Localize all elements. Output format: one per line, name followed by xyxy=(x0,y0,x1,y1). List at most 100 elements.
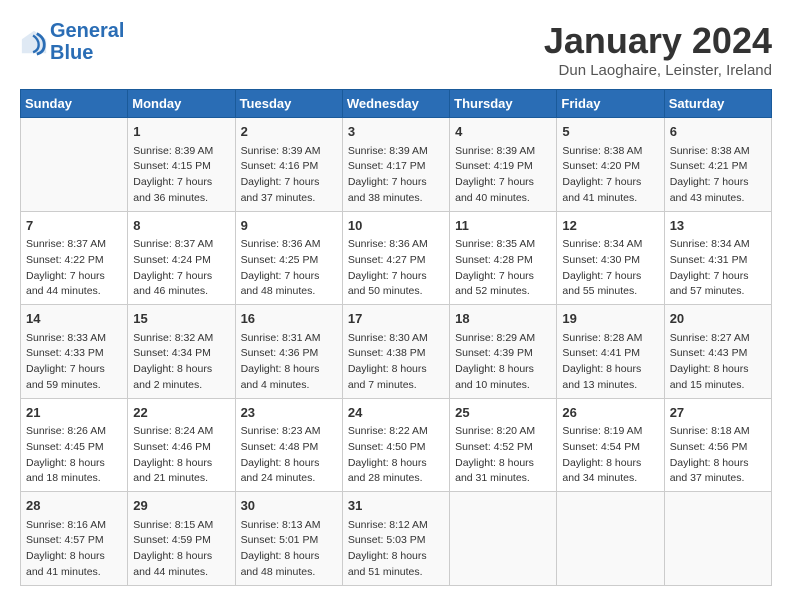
sunrise-text: Sunrise: 8:37 AM xyxy=(26,237,122,253)
sunrise-text: Sunrise: 8:39 AM xyxy=(455,144,551,160)
calendar-cell: 28Sunrise: 8:16 AMSunset: 4:57 PMDayligh… xyxy=(21,492,128,586)
daylight-text: Daylight: 7 hours and 40 minutes. xyxy=(455,175,551,207)
sunrise-text: Sunrise: 8:20 AM xyxy=(455,424,551,440)
sunset-text: Sunset: 4:25 PM xyxy=(241,253,337,269)
day-number: 5 xyxy=(562,122,658,142)
calendar-cell: 22Sunrise: 8:24 AMSunset: 4:46 PMDayligh… xyxy=(128,398,235,492)
day-number: 23 xyxy=(241,403,337,423)
calendar-week-3: 14Sunrise: 8:33 AMSunset: 4:33 PMDayligh… xyxy=(21,305,772,399)
daylight-text: Daylight: 7 hours and 55 minutes. xyxy=(562,269,658,301)
daylight-text: Daylight: 8 hours and 37 minutes. xyxy=(670,456,766,488)
sunset-text: Sunset: 4:36 PM xyxy=(241,346,337,362)
sunrise-text: Sunrise: 8:33 AM xyxy=(26,331,122,347)
calendar-cell: 8Sunrise: 8:37 AMSunset: 4:24 PMDaylight… xyxy=(128,211,235,305)
sunrise-text: Sunrise: 8:15 AM xyxy=(133,518,229,534)
col-monday: Monday xyxy=(128,90,235,118)
day-number: 30 xyxy=(241,496,337,516)
calendar-cell: 14Sunrise: 8:33 AMSunset: 4:33 PMDayligh… xyxy=(21,305,128,399)
daylight-text: Daylight: 8 hours and 41 minutes. xyxy=(26,549,122,581)
sunrise-text: Sunrise: 8:38 AM xyxy=(670,144,766,160)
daylight-text: Daylight: 8 hours and 24 minutes. xyxy=(241,456,337,488)
daylight-text: Daylight: 7 hours and 46 minutes. xyxy=(133,269,229,301)
day-number: 9 xyxy=(241,216,337,236)
daylight-text: Daylight: 8 hours and 51 minutes. xyxy=(348,549,444,581)
sunrise-text: Sunrise: 8:38 AM xyxy=(562,144,658,160)
daylight-text: Daylight: 7 hours and 44 minutes. xyxy=(26,269,122,301)
day-number: 21 xyxy=(26,403,122,423)
col-wednesday: Wednesday xyxy=(342,90,449,118)
sunrise-text: Sunrise: 8:19 AM xyxy=(562,424,658,440)
sunrise-text: Sunrise: 8:36 AM xyxy=(241,237,337,253)
calendar-cell: 3Sunrise: 8:39 AMSunset: 4:17 PMDaylight… xyxy=(342,118,449,212)
sunset-text: Sunset: 4:41 PM xyxy=(562,346,658,362)
calendar-cell: 13Sunrise: 8:34 AMSunset: 4:31 PMDayligh… xyxy=(664,211,771,305)
day-number: 1 xyxy=(133,122,229,142)
sunset-text: Sunset: 4:15 PM xyxy=(133,159,229,175)
daylight-text: Daylight: 8 hours and 10 minutes. xyxy=(455,362,551,394)
sunset-text: Sunset: 4:50 PM xyxy=(348,440,444,456)
calendar-cell: 2Sunrise: 8:39 AMSunset: 4:16 PMDaylight… xyxy=(235,118,342,212)
col-friday: Friday xyxy=(557,90,664,118)
daylight-text: Daylight: 7 hours and 48 minutes. xyxy=(241,269,337,301)
sunrise-text: Sunrise: 8:39 AM xyxy=(241,144,337,160)
daylight-text: Daylight: 7 hours and 59 minutes. xyxy=(26,362,122,394)
sunrise-text: Sunrise: 8:39 AM xyxy=(133,144,229,160)
sunrise-text: Sunrise: 8:22 AM xyxy=(348,424,444,440)
daylight-text: Daylight: 7 hours and 57 minutes. xyxy=(670,269,766,301)
daylight-text: Daylight: 7 hours and 41 minutes. xyxy=(562,175,658,207)
sunset-text: Sunset: 4:24 PM xyxy=(133,253,229,269)
calendar-cell xyxy=(557,492,664,586)
col-sunday: Sunday xyxy=(21,90,128,118)
col-saturday: Saturday xyxy=(664,90,771,118)
calendar-cell: 26Sunrise: 8:19 AMSunset: 4:54 PMDayligh… xyxy=(557,398,664,492)
sunset-text: Sunset: 4:20 PM xyxy=(562,159,658,175)
day-number: 13 xyxy=(670,216,766,236)
sunset-text: Sunset: 4:45 PM xyxy=(26,440,122,456)
day-number: 11 xyxy=(455,216,551,236)
daylight-text: Daylight: 8 hours and 44 minutes. xyxy=(133,549,229,581)
sunrise-text: Sunrise: 8:27 AM xyxy=(670,331,766,347)
calendar-cell: 10Sunrise: 8:36 AMSunset: 4:27 PMDayligh… xyxy=(342,211,449,305)
calendar-cell: 15Sunrise: 8:32 AMSunset: 4:34 PMDayligh… xyxy=(128,305,235,399)
day-number: 17 xyxy=(348,309,444,329)
sunset-text: Sunset: 4:38 PM xyxy=(348,346,444,362)
sunset-text: Sunset: 4:30 PM xyxy=(562,253,658,269)
day-number: 2 xyxy=(241,122,337,142)
daylight-text: Daylight: 8 hours and 2 minutes. xyxy=(133,362,229,394)
logo-icon xyxy=(20,28,48,56)
sunset-text: Sunset: 4:59 PM xyxy=(133,533,229,549)
daylight-text: Daylight: 8 hours and 31 minutes. xyxy=(455,456,551,488)
sunrise-text: Sunrise: 8:39 AM xyxy=(348,144,444,160)
calendar-cell: 6Sunrise: 8:38 AMSunset: 4:21 PMDaylight… xyxy=(664,118,771,212)
day-number: 24 xyxy=(348,403,444,423)
day-number: 27 xyxy=(670,403,766,423)
calendar-table: Sunday Monday Tuesday Wednesday Thursday… xyxy=(20,89,772,586)
sunset-text: Sunset: 4:33 PM xyxy=(26,346,122,362)
calendar-cell: 30Sunrise: 8:13 AMSunset: 5:01 PMDayligh… xyxy=(235,492,342,586)
day-number: 29 xyxy=(133,496,229,516)
day-number: 18 xyxy=(455,309,551,329)
sunrise-text: Sunrise: 8:12 AM xyxy=(348,518,444,534)
sunrise-text: Sunrise: 8:28 AM xyxy=(562,331,658,347)
calendar-week-2: 7Sunrise: 8:37 AMSunset: 4:22 PMDaylight… xyxy=(21,211,772,305)
calendar-week-5: 28Sunrise: 8:16 AMSunset: 4:57 PMDayligh… xyxy=(21,492,772,586)
sunrise-text: Sunrise: 8:23 AM xyxy=(241,424,337,440)
calendar-cell: 24Sunrise: 8:22 AMSunset: 4:50 PMDayligh… xyxy=(342,398,449,492)
daylight-text: Daylight: 8 hours and 18 minutes. xyxy=(26,456,122,488)
sunset-text: Sunset: 4:19 PM xyxy=(455,159,551,175)
sunrise-text: Sunrise: 8:37 AM xyxy=(133,237,229,253)
sunset-text: Sunset: 4:22 PM xyxy=(26,253,122,269)
sunset-text: Sunset: 4:31 PM xyxy=(670,253,766,269)
calendar-cell: 25Sunrise: 8:20 AMSunset: 4:52 PMDayligh… xyxy=(450,398,557,492)
day-number: 4 xyxy=(455,122,551,142)
sunrise-text: Sunrise: 8:34 AM xyxy=(670,237,766,253)
sunrise-text: Sunrise: 8:31 AM xyxy=(241,331,337,347)
calendar-cell: 9Sunrise: 8:36 AMSunset: 4:25 PMDaylight… xyxy=(235,211,342,305)
logo: General Blue xyxy=(20,20,124,64)
calendar-cell: 7Sunrise: 8:37 AMSunset: 4:22 PMDaylight… xyxy=(21,211,128,305)
daylight-text: Daylight: 8 hours and 13 minutes. xyxy=(562,362,658,394)
location: Dun Laoghaire, Leinster, Ireland xyxy=(544,62,772,79)
month-title: January 2024 xyxy=(544,20,772,62)
sunrise-text: Sunrise: 8:26 AM xyxy=(26,424,122,440)
sunrise-text: Sunrise: 8:34 AM xyxy=(562,237,658,253)
